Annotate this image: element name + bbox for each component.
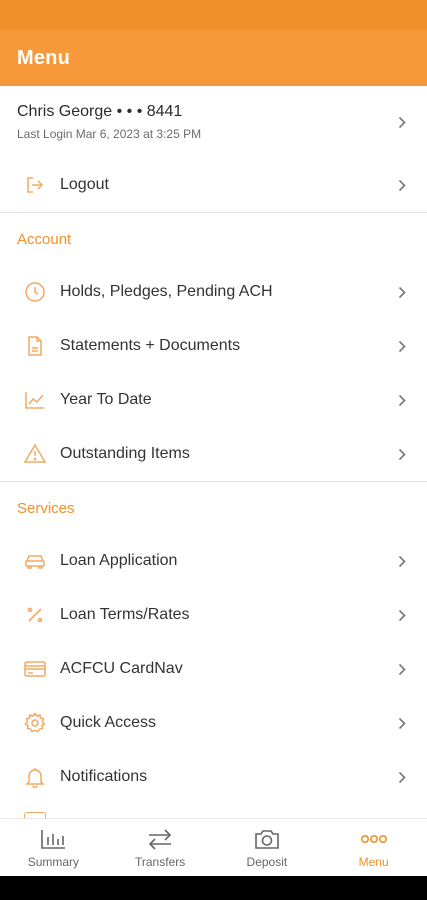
section-title-account: Account [17, 230, 72, 248]
menu-item-statements[interactable]: Statements + Documents [0, 319, 427, 373]
menu-item-cardnav[interactable]: ACFCU CardNav [0, 642, 427, 696]
chevron-right-icon [397, 115, 407, 129]
tab-transfers[interactable]: Transfers [107, 819, 214, 876]
last-login-text: Last Login Mar 6, 2023 at 3:25 PM [17, 127, 202, 141]
chevron-right-icon [397, 608, 407, 622]
chevron-right-icon [397, 393, 407, 407]
menu-item-notifications[interactable]: Notifications [0, 750, 427, 804]
tab-summary[interactable]: Summary [0, 819, 107, 876]
credit-card-icon [24, 658, 46, 680]
chevron-right-icon [397, 178, 407, 192]
menu-item-label: Statements + Documents [60, 337, 241, 354]
logout-label: Logout [60, 176, 109, 193]
tab-label: Transfers [135, 855, 186, 869]
menu-item-loan-rates[interactable]: Loan Terms/Rates [0, 588, 427, 642]
tab-label: Summary [27, 855, 80, 869]
chevron-right-icon [397, 716, 407, 730]
menu-item-label: Loan Application [60, 552, 178, 569]
menu-item-label: Holds, Pledges, Pending ACH [60, 283, 273, 300]
app-header: Menu [0, 30, 427, 86]
gear-icon [24, 712, 46, 734]
logout-row[interactable]: Logout [0, 158, 427, 212]
tab-label: Deposit [246, 855, 288, 869]
system-nav-bar [0, 876, 427, 900]
status-bar [0, 0, 427, 30]
bar-chart-icon [39, 826, 67, 852]
logout-icon [24, 174, 46, 196]
user-account-row[interactable]: Chris George • • • 8441 Last Login Mar 6… [0, 86, 427, 158]
document-icon [24, 335, 46, 357]
warning-icon [24, 443, 46, 465]
line-chart-icon [24, 389, 46, 411]
percent-icon [24, 604, 46, 626]
page-title: Menu [17, 46, 71, 69]
menu-item-label: Outstanding Items [60, 445, 190, 462]
menu-item-year-to-date[interactable]: Year To Date [0, 373, 427, 427]
menu-item-holds[interactable]: Holds, Pledges, Pending ACH [0, 265, 427, 319]
tab-label: Menu [358, 855, 389, 869]
chevron-right-icon [397, 770, 407, 784]
more-dots-icon [360, 826, 388, 852]
menu-item-label: Quick Access [60, 714, 157, 731]
bell-icon [24, 766, 46, 788]
menu-list[interactable]: Chris George • • • 8441 Last Login Mar 6… [0, 86, 427, 818]
camera-icon [253, 826, 281, 852]
menu-item-loan-application[interactable]: Loan Application [0, 534, 427, 588]
chevron-right-icon [397, 554, 407, 568]
chevron-right-icon [397, 447, 407, 461]
user-name: Chris George • • • 8441 [17, 103, 183, 120]
menu-item-label: Year To Date [60, 391, 152, 408]
car-icon [24, 550, 46, 572]
menu-item-label: Notifications [60, 768, 148, 785]
chevron-right-icon [397, 285, 407, 299]
clock-icon [24, 281, 46, 303]
menu-item-label: Loan Terms/Rates [60, 606, 190, 623]
tab-deposit[interactable]: Deposit [214, 819, 321, 876]
tab-menu[interactable]: Menu [320, 819, 427, 876]
menu-item-quick-access[interactable]: Quick Access [0, 696, 427, 750]
section-title-services: Services [17, 499, 75, 517]
chevron-right-icon [397, 339, 407, 353]
menu-item-label: ACFCU CardNav [60, 660, 183, 677]
chevron-right-icon [397, 662, 407, 676]
bottom-tab-bar: Summary Transfers Deposit Menu [0, 818, 427, 876]
menu-item-outstanding[interactable]: Outstanding Items [0, 427, 427, 481]
transfer-arrows-icon [146, 826, 174, 852]
